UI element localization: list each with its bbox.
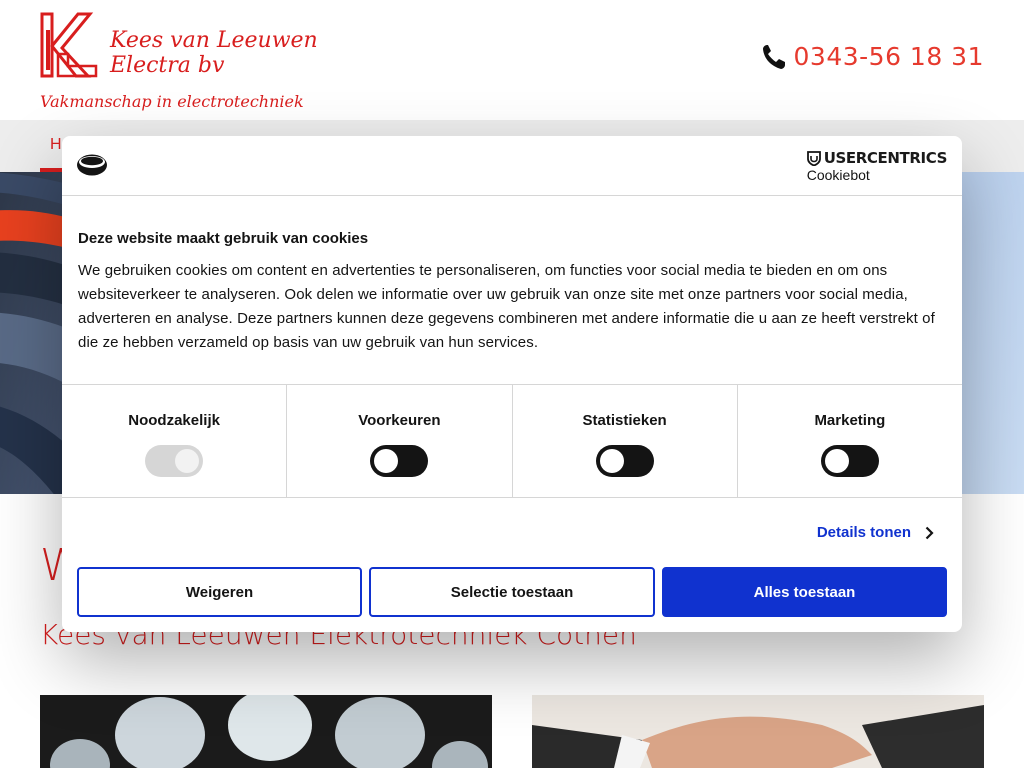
category-label: Statistieken: [582, 412, 667, 429]
chevron-right-icon: [925, 526, 934, 539]
allow-selection-button[interactable]: Selectie toestaan: [369, 567, 655, 617]
cookie-consent-dialog: USERCENTRICS Cookiebot Deze website maak…: [62, 136, 962, 632]
dialog-description: We gebruiken cookies om content en adver…: [78, 262, 935, 351]
shield-icon: [806, 150, 821, 166]
usercentrics-row: USERCENTRICS: [806, 149, 948, 167]
dialog-title: Deze website maakt gebruik van cookies: [78, 230, 369, 247]
marketing-toggle[interactable]: [820, 445, 879, 477]
category-marketing: Marketing: [738, 385, 962, 497]
category-necessary: Noodzakelijk: [62, 385, 288, 497]
consent-category-row: Noodzakelijk Voorkeuren Statistieken Mar…: [62, 384, 962, 498]
toggle-knob: [175, 449, 200, 473]
category-statistics: Statistieken: [513, 385, 738, 497]
show-details-label: Details tonen: [816, 524, 911, 541]
category-label: Voorkeuren: [358, 412, 441, 429]
dialog-header: USERCENTRICS Cookiebot: [62, 136, 962, 196]
statistics-toggle[interactable]: [595, 445, 654, 477]
allow-all-button[interactable]: Alles toestaan: [662, 567, 947, 617]
category-label: Marketing: [814, 412, 886, 429]
toggle-knob: [374, 449, 399, 473]
toggle-knob: [824, 449, 849, 473]
toggle-knob: [599, 449, 624, 473]
category-label: Noodzakelijk: [128, 412, 220, 429]
dialog-body: Deze website maakt gebruik van cookies W…: [78, 230, 946, 355]
cookiebot-logo-icon: [77, 154, 107, 176]
cookiebot-label: Cookiebot: [806, 167, 870, 183]
category-preferences: Voorkeuren: [287, 385, 513, 497]
show-details-link[interactable]: Details tonen: [817, 524, 934, 541]
usercentrics-label: USERCENTRICS: [823, 149, 948, 167]
preferences-toggle[interactable]: [370, 445, 429, 477]
deny-button[interactable]: Weigeren: [77, 567, 362, 617]
necessary-toggle: [145, 445, 204, 477]
usercentrics-brand[interactable]: USERCENTRICS Cookiebot: [806, 149, 948, 183]
